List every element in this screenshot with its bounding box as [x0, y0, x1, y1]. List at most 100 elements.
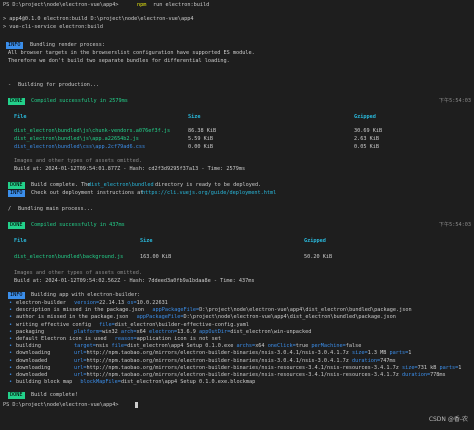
log-text: Bundling render process:	[30, 42, 105, 48]
info-line: INFO Check out deployment instructions a…	[8, 190, 277, 198]
bullet-icon: •	[9, 314, 13, 321]
table-row: dist_electron\bundled\background.js 163.…	[14, 254, 333, 260]
spinner-icon: /	[8, 206, 12, 212]
log-text: Compiled successfully in 437ms	[31, 222, 125, 228]
builder-params: platform=win32 arch=x64 electron=13.6.9 …	[74, 328, 312, 335]
info-badge: INFO	[8, 190, 25, 198]
log-text: Building app with electron-builder:	[31, 292, 141, 298]
note-line: Images and other types of assets omitted…	[14, 158, 143, 164]
log-text: Compiled successfully in 2579ms	[31, 98, 128, 104]
done-badge: DONE	[8, 182, 25, 190]
text-cursor	[135, 402, 138, 408]
builder-log-line: • downloading url=http://npm.taobao.org/mi…	[0, 350, 474, 357]
terminal-panel[interactable]: PS D:\project\node\electron-vue\app4> np…	[0, 0, 474, 425]
done-line: DONE Build complete. The dist_electron\b…	[8, 182, 262, 190]
timestamp: 下午5:54:03	[438, 98, 471, 104]
log-text: Build complete!	[31, 392, 78, 398]
bullet-icon: •	[9, 350, 13, 357]
spinner-icon: -	[8, 82, 12, 88]
builder-step: downloading	[16, 350, 51, 357]
builder-log-line: • building block map blockMapFile=dist_ele…	[0, 379, 474, 386]
done-badge: DONE	[8, 98, 25, 106]
log-text: Building for production...	[18, 82, 100, 88]
builder-step: packaging	[16, 328, 45, 335]
builder-log-line: • description is missed in the package.js…	[0, 307, 474, 314]
info-badge: INFO	[8, 292, 25, 300]
builder-log-line: • downloading url=http://npm.taobao.org/mi…	[0, 365, 474, 372]
info-badge: INFO	[6, 42, 23, 50]
prompt-line[interactable]: PS D:\project\node\electron-vue\app4>	[0, 402, 474, 409]
builder-log-line: • downloaded url=http://npm.taobao.org/mir…	[0, 358, 474, 365]
builder-step: downloading	[16, 364, 51, 371]
info-line: INFO Bundling render process:	[0, 42, 474, 50]
build-at-line: Build at: 2024-01-12T09:54:02.562Z - Has…	[14, 278, 255, 284]
watermark: CSDN @香-农	[428, 415, 468, 423]
command-npm: npm	[137, 2, 147, 8]
prompt-path: PS D:\project\node\electron-vue\app4>	[3, 402, 119, 408]
log-line: All browser targets in the browserslist …	[8, 50, 255, 56]
bullet-icon: •	[9, 343, 13, 350]
builder-log-line: • author is missed in the package.json app…	[0, 314, 474, 321]
log-text: Bundling main process...	[18, 206, 93, 212]
builder-step: building	[16, 343, 41, 350]
builder-params: file=dist_electron\builder-effective-con…	[99, 321, 250, 328]
info-line: INFO Building app with electron-builder:	[0, 292, 474, 300]
builder-log-line: • building target=nsis file=dist_electron\…	[0, 343, 474, 350]
log-line: Therefore we don't build two separate bu…	[8, 58, 230, 64]
bullet-icon: •	[9, 372, 13, 378]
table-row: dist_electron\bundled\js\app.a22654b2.js…	[14, 136, 379, 142]
builder-step: author is missed in the package.json	[16, 314, 129, 321]
builder-step: writing effective config	[16, 321, 91, 328]
builder-step: downloaded	[16, 372, 48, 378]
builder-params: url=http://npm.taobao.org/mirrors/electr…	[74, 364, 462, 371]
table-row: dist_electron\bundled\css\app.2cf79ad6.c…	[14, 144, 379, 150]
spinner-line: / Bundling main process...	[0, 206, 474, 213]
builder-params: url=http://npm.taobao.org/mirrors/electr…	[74, 350, 412, 357]
done-badge: DONE	[8, 222, 25, 230]
builder-step: default Electron icon is used	[16, 336, 107, 342]
builder-log-line: • electron-builder version=22.14.13 os=10.…	[0, 300, 474, 307]
builder-step: description is missed in the package.jso…	[16, 307, 145, 314]
builder-params: url=http://npm.taobao.org/mirrors/electr…	[74, 357, 396, 364]
bullet-icon: •	[9, 336, 13, 342]
deployment-link[interactable]: https://cli.vuejs.org/guide/deployment.h…	[142, 190, 276, 197]
table-header: File Size Gzipped	[14, 114, 376, 120]
bullet-icon: •	[9, 300, 13, 306]
done-line: DONE Build complete!	[0, 392, 474, 400]
bullet-icon: •	[9, 307, 13, 314]
prompt-path: PS D:\project\node\electron-vue\app4>	[3, 2, 119, 8]
spinner-line: - Building for production...	[0, 82, 474, 89]
builder-log-line: • default Electron icon is used reason=app…	[0, 336, 474, 343]
bullet-icon: •	[9, 357, 13, 364]
builder-log-line: • writing effective config file=dist_elect…	[0, 322, 474, 329]
builder-step: electron-builder	[16, 300, 66, 306]
bullet-icon: •	[9, 379, 13, 386]
bullet-icon: •	[9, 321, 13, 328]
npm-output-line: > vue-cli-service electron:build	[3, 24, 103, 30]
builder-log-line: • downloaded url=http://npm.taobao.org/mir…	[0, 372, 474, 379]
table-row: dist_electron\bundled\js\chunk-vendors.a…	[14, 128, 383, 134]
builder-params: blockMapFile=dist_electron\app4 Setup 0.…	[80, 379, 256, 386]
bullet-icon: •	[9, 328, 13, 335]
done-line: DONE Compiled successfully in 437ms 下午5:…	[0, 222, 474, 230]
builder-params: version=22.14.13 os=10.0.22631	[74, 300, 168, 306]
builder-log-line: • packaging platform=win32 arch=x64 electr…	[0, 329, 474, 336]
builder-params: reason=application icon is not set	[114, 336, 221, 342]
table-header: File Size Gzipped	[14, 238, 326, 244]
done-badge: DONE	[8, 392, 25, 400]
note-line: Images and other types of assets omitted…	[14, 270, 143, 276]
command-args: run electron:build	[153, 2, 210, 8]
dist-dir: dist_electron\bundled	[88, 182, 154, 188]
build-at-line: Build at: 2024-01-12T09:54:01.877Z - Has…	[14, 166, 246, 172]
builder-params: target=nsis file=dist_electron\app4 Setu…	[74, 343, 362, 350]
builder-params: url=http://npm.taobao.org/mirrors/electr…	[74, 372, 446, 378]
prompt-line: PS D:\project\node\electron-vue\app4> np…	[0, 2, 474, 9]
bullet-icon: •	[9, 364, 13, 371]
builder-params: appPackageFile=D:\project\node\electron-…	[136, 314, 396, 321]
builder-params: appPackageFile=D:\project\node\electron-…	[152, 307, 412, 314]
builder-step: building block map	[16, 379, 73, 386]
done-line: DONE Compiled successfully in 2579ms 下午5…	[0, 98, 474, 106]
timestamp: 下午5:54:03	[438, 222, 471, 228]
npm-output-line: > app4@0.1.0 electron:build D:\project\n…	[3, 16, 194, 22]
builder-step: downloaded	[16, 357, 48, 364]
